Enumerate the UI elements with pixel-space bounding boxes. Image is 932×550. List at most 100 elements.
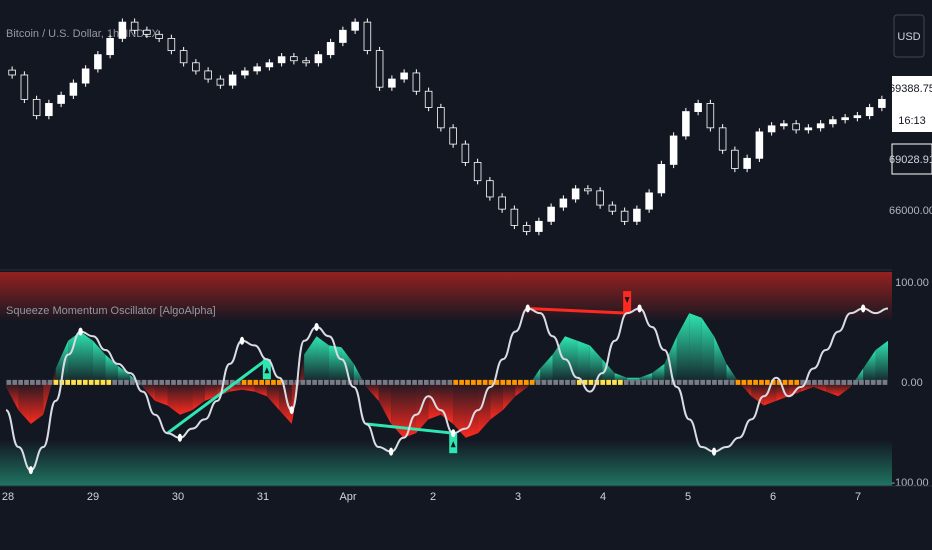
candle-body [412, 72, 421, 92]
squeeze-dot [329, 379, 335, 385]
squeeze-dot [100, 379, 106, 385]
squeeze-dot [659, 379, 664, 385]
squeeze-dot [635, 379, 641, 385]
candle-body [253, 66, 261, 72]
squeeze-dot [729, 379, 735, 385]
candle-body [878, 98, 886, 108]
candle-body [449, 127, 457, 145]
squeeze-dot [194, 379, 200, 385]
squeeze-dot [359, 379, 364, 385]
candle-body [669, 135, 678, 165]
squeeze-dot [324, 379, 329, 385]
time-label-31: 31 [257, 491, 269, 503]
candle-body [81, 68, 90, 84]
candle-body [841, 117, 849, 121]
squeeze-dot [541, 379, 547, 385]
oscillator-title: Squeeze Momentum Oscillator [AlgoAlpha] [6, 305, 216, 317]
squeeze-dot [65, 379, 70, 385]
squeeze-dot [518, 379, 523, 385]
squeeze-dot [682, 379, 688, 385]
candle-body [522, 225, 531, 232]
candle-body [106, 37, 114, 56]
bull-momentum-segment [577, 340, 590, 383]
candle-body [241, 70, 249, 76]
candle-body [204, 70, 212, 80]
squeeze-dot [441, 379, 447, 385]
squeeze-dot [288, 379, 294, 385]
squeeze-dot [876, 379, 882, 385]
trough-marker [388, 447, 394, 456]
squeeze-dot [841, 379, 847, 385]
time-label-apr: Apr [339, 491, 356, 503]
squeeze-dot [523, 379, 529, 385]
squeeze-dot [153, 379, 159, 385]
candle-body [780, 123, 788, 127]
candle-body [326, 42, 335, 56]
candle-body [498, 196, 506, 210]
low-price-value: 69028.91 [889, 154, 932, 166]
peak-marker [78, 327, 83, 336]
squeeze-dot [476, 379, 482, 385]
candle-body [94, 54, 102, 70]
currency-label: USD [897, 31, 920, 43]
candle-body [486, 180, 494, 198]
squeeze-dot [465, 379, 470, 385]
squeeze-dot [365, 379, 370, 385]
time-label-28: 28 [2, 491, 14, 503]
squeeze-dot [353, 379, 359, 385]
squeeze-dot [388, 379, 394, 385]
candle-body [510, 208, 519, 226]
candle-body [767, 125, 776, 133]
candle-body [853, 115, 862, 119]
squeeze-dot [200, 379, 206, 385]
squeeze-dot [159, 379, 165, 385]
squeeze-dot [77, 379, 82, 385]
squeeze-dot [700, 379, 706, 385]
squeeze-dot [271, 379, 276, 385]
squeeze-dot [171, 379, 176, 385]
squeeze-dot [588, 379, 594, 385]
candle-body [584, 188, 592, 192]
time-label-30: 30 [172, 491, 184, 503]
peak-marker [860, 304, 866, 313]
candle-body [706, 103, 715, 129]
squeeze-dot [665, 379, 670, 385]
squeeze-dot [612, 379, 617, 385]
candle-body [743, 157, 751, 169]
squeeze-dot [559, 379, 564, 385]
candle-body [265, 62, 274, 68]
candle-body [277, 56, 286, 64]
squeeze-dot [812, 379, 817, 385]
squeeze-dot [18, 379, 23, 385]
price-axis[interactable]: USD 69388.75 16:13 69028.91 66000.00 100… [889, 0, 932, 550]
squeeze-dot [471, 379, 476, 385]
candle-body [400, 72, 408, 80]
squeeze-dot [859, 379, 864, 385]
squeeze-dot [224, 379, 229, 385]
squeeze-dot [529, 379, 535, 385]
squeeze-dot [177, 379, 182, 385]
squeeze-dot [618, 379, 623, 385]
squeeze-dot [212, 379, 217, 385]
oversold-zone [0, 440, 892, 486]
squeeze-dot [30, 379, 35, 385]
squeeze-dot [341, 379, 347, 385]
candle-body [559, 198, 568, 208]
candle-body [608, 204, 617, 212]
squeeze-dot [259, 379, 265, 385]
time-label-6: 6 [770, 491, 776, 503]
candle-body [682, 111, 690, 137]
squeeze-dot [112, 379, 118, 385]
squeeze-dot [829, 379, 835, 385]
candle-body [167, 37, 176, 51]
trough-marker [289, 406, 294, 415]
candle-body [657, 164, 666, 194]
squeeze-dot [482, 379, 488, 385]
candle-body [375, 50, 384, 88]
squeeze-dot [382, 379, 388, 385]
candle-body [804, 127, 813, 131]
chart-canvas[interactable]: Bitcoin / U.S. Dollar, 1h, INDEX Squeeze… [0, 0, 932, 550]
squeeze-dot [459, 379, 464, 385]
candle-body [290, 56, 298, 62]
candle-body [143, 29, 151, 35]
